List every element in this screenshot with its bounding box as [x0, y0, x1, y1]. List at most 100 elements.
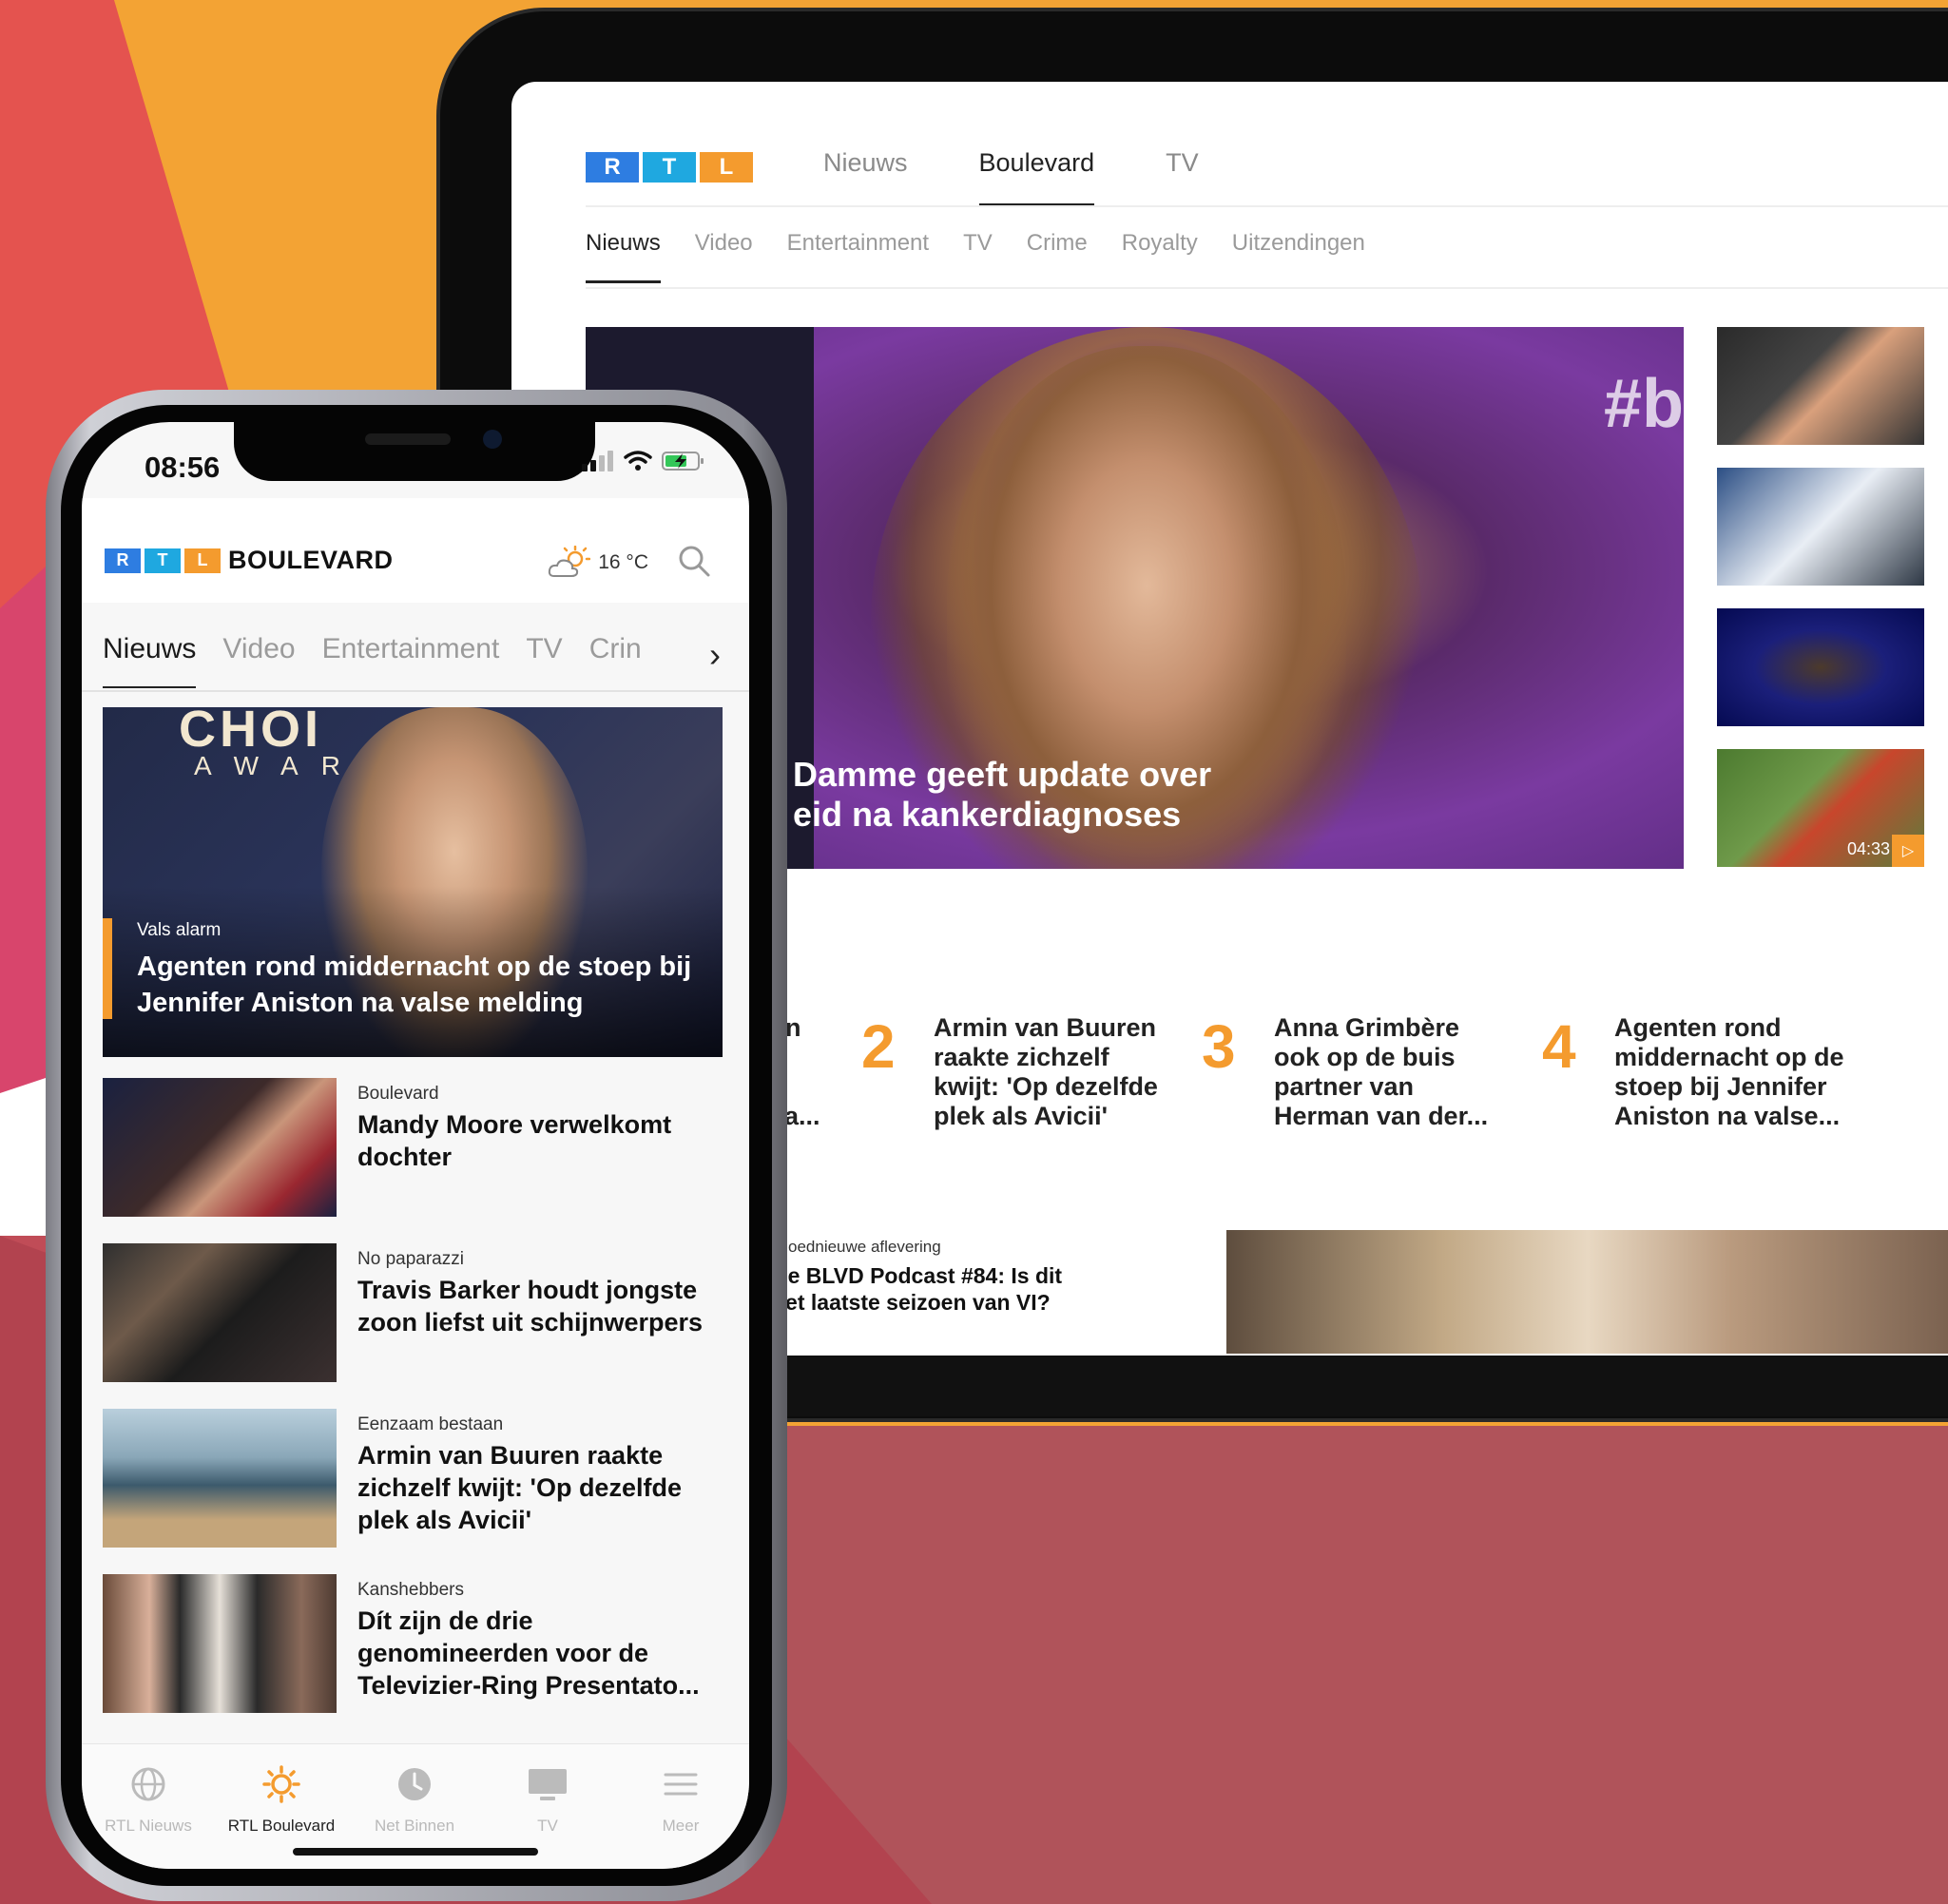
video-duration: 04:33	[1846, 839, 1890, 858]
wifi-icon	[624, 451, 652, 471]
top-item-line: Armin van Buuren	[934, 1013, 1157, 1042]
tabbar-label: RTL Boulevard	[227, 1817, 336, 1835]
podcast-kicker: Gloednieuwe aflevering	[772, 1238, 941, 1256]
tabbar-tv[interactable]: TV	[481, 1763, 614, 1836]
main-nav-boulevard[interactable]: Boulevard	[978, 148, 1094, 206]
mobile-hero-article[interactable]: CHOI AWAR Vals alarm Agenten rond midder…	[103, 707, 723, 1057]
top-item-line: plek als Avicii'	[934, 1102, 1109, 1130]
sun-icon	[215, 1763, 348, 1805]
top-item-line: Anna Grimbère	[1274, 1013, 1460, 1042]
search-icon[interactable]	[677, 544, 711, 578]
podcast-image[interactable]	[1226, 1230, 1948, 1354]
hero-backdrop-subtext: AWAR	[194, 751, 363, 780]
hero-hashtag: #b	[1603, 366, 1684, 442]
article-kicker: Kanshebbers	[357, 1580, 464, 1600]
tabbar-rtl-nieuws[interactable]: RTL Nieuws	[82, 1763, 215, 1836]
list-item[interactable]: Eenzaam bestaan Armin van Buuren raakte …	[103, 1409, 730, 1574]
article-thumbnail[interactable]	[103, 1078, 337, 1217]
top-list-item-2[interactable]: 2 Armin van Buuren raakte zichzelf kwijt…	[861, 1013, 1158, 1131]
status-time: 08:56	[145, 451, 221, 484]
weather-temp: 16 °C	[598, 551, 648, 573]
desktop-logo[interactable]: R T L	[586, 139, 753, 196]
hero-accent-bar	[103, 918, 112, 1019]
top-item-line: kwijt: 'Op dezelfde	[934, 1072, 1158, 1101]
podcast-teaser[interactable]: Gloednieuwe aflevering De BLVD Podcast #…	[586, 1230, 1948, 1354]
article-kicker: Eenzaam bestaan	[357, 1414, 504, 1434]
main-nav-nieuws[interactable]: Nieuws	[823, 148, 908, 206]
side-thumbnails: 04:33 ▷	[1717, 327, 1924, 890]
list-item[interactable]: No paparazzi Travis Barker houdt jongste…	[103, 1243, 730, 1409]
chevron-right-icon[interactable]: ›	[654, 635, 721, 675]
top-item-line: ook op de buis	[1274, 1043, 1456, 1071]
phone-notch	[234, 422, 595, 481]
weather-icon	[549, 546, 591, 577]
sub-nav-nieuws[interactable]: Nieuws	[586, 230, 661, 283]
play-icon[interactable]: ▷	[1892, 835, 1924, 867]
rtl-logo-r: R	[105, 548, 141, 573]
tab-nieuws[interactable]: Nieuws	[103, 633, 197, 688]
signal-icon	[582, 451, 613, 471]
tab-entertainment[interactable]: Entertainment	[322, 633, 500, 688]
article-thumbnail[interactable]	[103, 1409, 337, 1548]
top-item-line: stoep bij Jennifer	[1614, 1072, 1827, 1101]
tab-video[interactable]: Video	[222, 633, 295, 688]
hero-kicker: Vals alarm	[137, 920, 222, 940]
sub-nav-royalty[interactable]: Royalty	[1122, 230, 1198, 283]
sub-nav-video[interactable]: Video	[695, 230, 753, 283]
article-title[interactable]: Travis Barker houdt jongste zoon liefst …	[357, 1274, 728, 1338]
tabbar-label: RTL Nieuws	[105, 1817, 192, 1835]
top-item-line: partner van	[1274, 1072, 1415, 1101]
app-logo[interactable]: R T L BOULEVARD	[105, 546, 394, 575]
tab-tv[interactable]: TV	[526, 633, 562, 688]
sub-nav-uitzendingen[interactable]: Uitzendingen	[1232, 230, 1365, 283]
podcast-title[interactable]: De BLVD Podcast #84: Is dit het laatste …	[772, 1262, 1086, 1316]
rtl-logo-l: L	[700, 152, 753, 183]
side-thumb-1[interactable]	[1717, 327, 1924, 445]
top-item-line: raakte zichzelf	[934, 1043, 1109, 1071]
top-item-line: Agenten rond	[1614, 1013, 1782, 1042]
tabbar-meer[interactable]: Meer	[614, 1763, 747, 1836]
weather-widget[interactable]: 16 °C	[547, 546, 648, 580]
brand-name: BOULEVARD	[228, 546, 394, 574]
main-nav-tv[interactable]: TV	[1166, 148, 1199, 206]
rtl-logo[interactable]: R T L	[586, 152, 753, 183]
sub-nav-entertainment[interactable]: Entertainment	[787, 230, 929, 283]
globe-icon	[82, 1763, 215, 1805]
rtl-logo-l: L	[184, 548, 221, 573]
side-thumb-2[interactable]	[1717, 468, 1924, 586]
article-thumbnail[interactable]	[103, 1243, 337, 1382]
sub-nav-crime[interactable]: Crime	[1027, 230, 1088, 283]
app-header: R T L BOULEVARD 16 °C	[82, 498, 749, 603]
desktop-main-nav: Nieuws Boulevard TV	[823, 148, 1270, 206]
list-item[interactable]: Boulevard Mandy Moore verwelkomt dochter	[103, 1078, 730, 1243]
tabbar-net-binnen[interactable]: Net Binnen	[348, 1763, 481, 1836]
article-title[interactable]: Armin van Buuren raakte zichzelf kwijt: …	[357, 1439, 728, 1536]
list-item[interactable]: Kanshebbers Dít zijn de drie genomineerd…	[103, 1574, 730, 1740]
speaker-grille	[365, 433, 451, 445]
sub-nav-divider	[586, 287, 1948, 289]
clock-icon	[348, 1763, 481, 1805]
hero-headline[interactable]: Agenten rond middernacht op de stoep bij…	[137, 949, 707, 1021]
article-kicker: Boulevard	[357, 1084, 439, 1104]
top-item-line: Aniston na valse...	[1614, 1102, 1841, 1130]
side-thumb-3[interactable]	[1717, 608, 1924, 726]
tabs-row: Nieuws Video Entertainment TV Crin	[103, 633, 668, 688]
home-indicator[interactable]	[293, 1848, 538, 1856]
side-thumb-video[interactable]: 04:33 ▷	[1717, 749, 1924, 867]
hero-headline[interactable]: Damme geeft update over eid na kankerdia…	[793, 755, 1325, 835]
article-title[interactable]: Dít zijn de drie genomineerden voor de T…	[357, 1605, 728, 1702]
mobile-app-screen: 08:56 R T L BOULEVARD 16 °C Nieuws Video…	[82, 422, 749, 1869]
top-list-item-4[interactable]: 4 Agenten rond middernacht op de stoep b…	[1542, 1013, 1844, 1131]
rtl-logo-t: T	[643, 152, 696, 183]
status-icons	[582, 451, 705, 471]
top-item-text: Anna Grimbère ook op de buis partner van…	[1274, 1013, 1488, 1131]
article-title[interactable]: Mandy Moore verwelkomt dochter	[357, 1108, 728, 1173]
battery-icon	[662, 452, 704, 471]
tab-crime[interactable]: Crin	[589, 633, 642, 688]
sub-nav-tv[interactable]: TV	[963, 230, 993, 283]
tabbar-rtl-boulevard[interactable]: RTL Boulevard	[215, 1763, 348, 1836]
article-thumbnail[interactable]	[103, 1574, 337, 1713]
top-item-text: Agenten rond middernacht op de stoep bij…	[1614, 1013, 1844, 1131]
top-item-text: Armin van Buuren raakte zichzelf kwijt: …	[934, 1013, 1158, 1131]
top-list-item-3[interactable]: 3 Anna Grimbère ook op de buis partner v…	[1202, 1013, 1488, 1131]
